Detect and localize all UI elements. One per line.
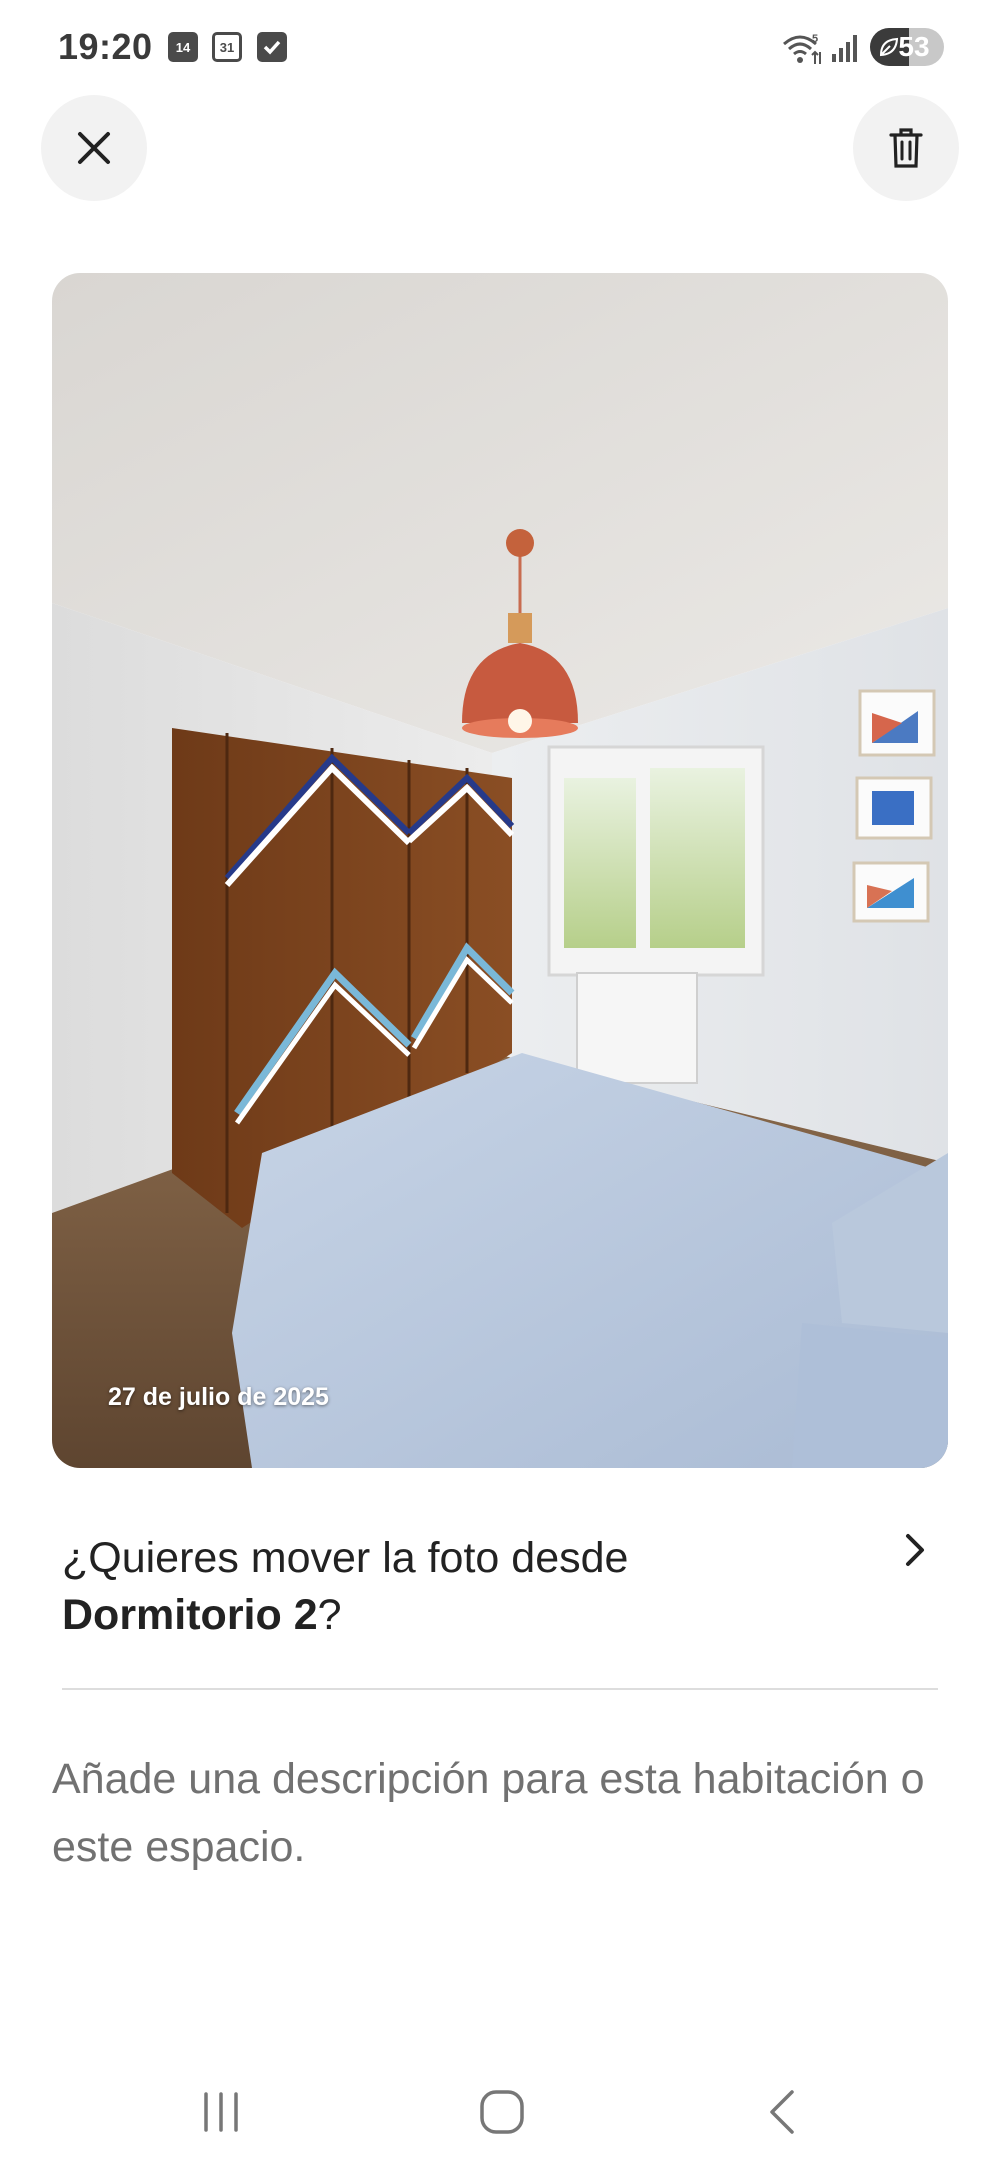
- bedroom-image: [52, 273, 948, 1468]
- close-button[interactable]: [41, 95, 147, 201]
- battery-level: 53: [898, 31, 930, 62]
- close-icon: [78, 132, 110, 164]
- move-photo-row[interactable]: ¿Quieres mover la foto desde Dormitorio …: [62, 1530, 942, 1650]
- system-nav-bar: [0, 2060, 1000, 2167]
- room-photo[interactable]: 27 de julio de 2025: [52, 273, 948, 1468]
- calendar-badge-2: 31: [219, 40, 235, 55]
- svg-text:5: 5: [812, 33, 818, 45]
- calendar-icon: 31: [212, 32, 242, 62]
- back-icon[interactable]: [764, 2088, 800, 2136]
- wifi-icon: 5: [782, 32, 824, 68]
- divider: [62, 1688, 938, 1690]
- move-suffix: ?: [317, 1591, 342, 1639]
- battery-icon: 53: [870, 28, 944, 66]
- trash-icon: [889, 128, 923, 168]
- home-icon[interactable]: [478, 2088, 526, 2136]
- move-photo-question: ¿Quieres mover la foto desde Dormitorio …: [62, 1530, 942, 1644]
- signal-icon: [830, 32, 860, 64]
- status-time: 19:20: [58, 26, 153, 67]
- checkbox-icon: [257, 32, 287, 62]
- move-prefix: ¿Quieres mover la foto desde: [62, 1534, 629, 1582]
- delete-button[interactable]: [853, 95, 959, 201]
- status-bar: 19:20 14 31 5 53: [0, 0, 1000, 100]
- chevron-right-icon: [906, 1534, 924, 1566]
- move-room-name: Dormitorio 2: [62, 1591, 318, 1639]
- calendar-icon: 14: [168, 32, 198, 62]
- description-input[interactable]: Añade una descripción para esta habitaci…: [52, 1745, 962, 1881]
- calendar-badge-1: 14: [175, 40, 191, 55]
- photo-date: 27 de julio de 2025: [108, 1383, 329, 1411]
- recent-apps-icon[interactable]: [198, 2090, 244, 2134]
